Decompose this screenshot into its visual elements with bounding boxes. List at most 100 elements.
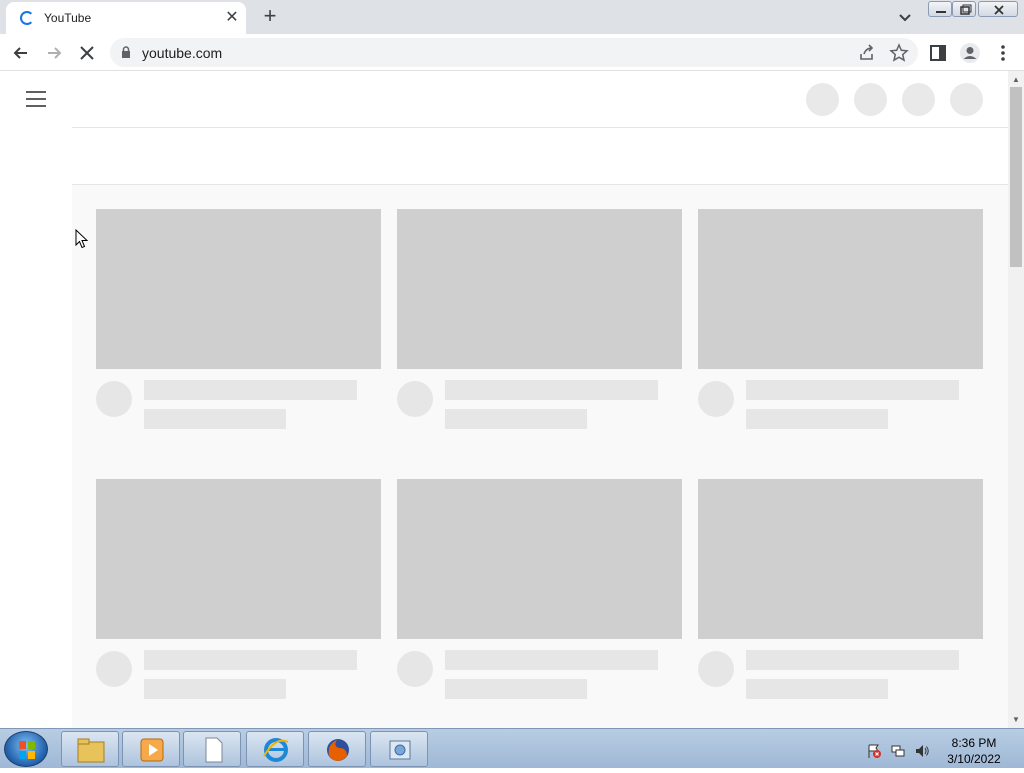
title-placeholder <box>144 650 357 670</box>
scroll-up-arrow-icon[interactable]: ▲ <box>1012 75 1020 84</box>
taskbar-media-player[interactable] <box>122 731 180 767</box>
share-button[interactable] <box>856 42 878 64</box>
document-icon <box>205 737 223 763</box>
video-card-skeleton <box>96 209 381 429</box>
page-scrollbar[interactable]: ▲ ▼ <box>1008 71 1024 728</box>
window-restore-button[interactable] <box>952 1 976 17</box>
system-tray: 8:36 PM 3/10/2022 <box>862 731 1022 767</box>
volume-icon[interactable] <box>914 743 930 759</box>
meta-placeholder <box>445 409 587 429</box>
url-text: youtube.com <box>142 45 223 61</box>
taskbar-app-window[interactable] <box>370 731 428 767</box>
meta-placeholder <box>144 409 286 429</box>
mouse-cursor-icon <box>75 229 89 249</box>
windows-taskbar: 8:36 PM 3/10/2022 <box>0 728 1024 768</box>
taskbar-windows-explorer[interactable] <box>61 731 119 767</box>
browser-toolbar: youtube.com <box>0 34 1024 71</box>
firefox-icon <box>327 739 349 761</box>
hamburger-line <box>26 98 46 100</box>
close-tab-button[interactable]: ✕ <box>222 8 242 28</box>
action-center-flag-icon[interactable] <box>866 743 882 759</box>
thumbnail-placeholder <box>698 209 983 369</box>
start-button[interactable] <box>4 731 48 767</box>
video-grid-skeleton <box>72 185 1008 728</box>
header-placeholder <box>806 83 839 116</box>
thumbnail-placeholder <box>397 479 682 639</box>
avatar-placeholder <box>397 381 433 417</box>
video-card-skeleton <box>698 479 983 699</box>
video-card-skeleton <box>397 479 682 699</box>
profile-icon <box>960 43 980 63</box>
header-placeholder <box>950 83 983 116</box>
browser-tab-strip: YouTube ✕ + <box>0 0 1024 34</box>
window-minimize-button[interactable] <box>928 1 952 17</box>
clock-time[interactable]: 8:36 PM <box>934 736 1014 750</box>
avatar-placeholder <box>698 381 734 417</box>
header-placeholder <box>854 83 887 116</box>
title-placeholder <box>445 650 658 670</box>
thumbnail-placeholder <box>397 209 682 369</box>
avatar-placeholder <box>698 651 734 687</box>
side-panel-icon <box>930 45 946 61</box>
bookmark-star-button[interactable] <box>888 42 910 64</box>
hamburger-menu-icon <box>26 91 46 93</box>
clock-date[interactable]: 3/10/2022 <box>934 752 1014 766</box>
arrow-right-icon <box>48 47 62 59</box>
hamburger-line <box>26 105 46 107</box>
chips-bar-placeholder <box>72 127 1008 185</box>
back-button[interactable] <box>10 42 32 64</box>
youtube-page <box>0 71 1008 728</box>
thumbnail-placeholder <box>698 479 983 639</box>
new-tab-button[interactable]: + <box>258 5 282 29</box>
tab-title: YouTube <box>44 11 92 25</box>
avatar-placeholder <box>96 651 132 687</box>
title-placeholder <box>445 380 658 400</box>
app-window-icon <box>389 740 411 760</box>
browser-menu-button[interactable] <box>992 42 1014 64</box>
video-card-skeleton <box>397 209 682 429</box>
meta-placeholder <box>445 679 587 699</box>
close-icon <box>994 5 1004 15</box>
taskbar-internet-explorer[interactable] <box>246 731 304 767</box>
video-card-skeleton <box>698 209 983 429</box>
network-icon[interactable] <box>890 743 906 759</box>
browser-tab-youtube[interactable]: YouTube ✕ <box>6 2 246 34</box>
thumbnail-placeholder <box>96 479 381 639</box>
stop-loading-button[interactable] <box>76 42 98 64</box>
scrollbar-thumb[interactable] <box>1010 87 1022 267</box>
share-icon <box>860 44 874 60</box>
arrow-left-icon <box>13 47 27 59</box>
window-close-button[interactable] <box>978 1 1018 17</box>
taskbar-document[interactable] <box>183 731 241 767</box>
scroll-down-arrow-icon[interactable]: ▼ <box>1012 715 1020 724</box>
avatar-placeholder <box>397 651 433 687</box>
title-placeholder <box>746 650 959 670</box>
stop-icon <box>80 46 94 60</box>
title-placeholder <box>746 380 959 400</box>
profile-button[interactable] <box>959 42 981 64</box>
video-card-skeleton <box>96 479 381 699</box>
guide-menu-button[interactable] <box>26 91 46 107</box>
meta-placeholder <box>746 409 888 429</box>
tab-search-button[interactable] <box>894 6 916 28</box>
lock-icon <box>122 46 130 58</box>
forward-button[interactable] <box>43 42 65 64</box>
minimize-icon <box>936 11 946 13</box>
thumbnail-placeholder <box>96 209 381 369</box>
chevron-down-icon <box>899 14 911 22</box>
windows-logo-icon <box>19 741 35 759</box>
title-placeholder <box>144 380 357 400</box>
meta-placeholder <box>144 679 286 699</box>
address-bar[interactable]: youtube.com <box>110 38 918 67</box>
avatar-placeholder <box>96 381 132 417</box>
meta-placeholder <box>746 679 888 699</box>
star-icon <box>889 43 909 62</box>
restore-icon <box>960 4 972 15</box>
folder-icon <box>77 738 105 763</box>
internet-explorer-icon <box>263 738 289 762</box>
taskbar-firefox[interactable] <box>308 731 366 767</box>
side-panel-button[interactable] <box>927 42 949 64</box>
media-player-icon <box>140 738 164 762</box>
header-placeholder <box>902 83 935 116</box>
kebab-menu-icon <box>1001 45 1005 61</box>
